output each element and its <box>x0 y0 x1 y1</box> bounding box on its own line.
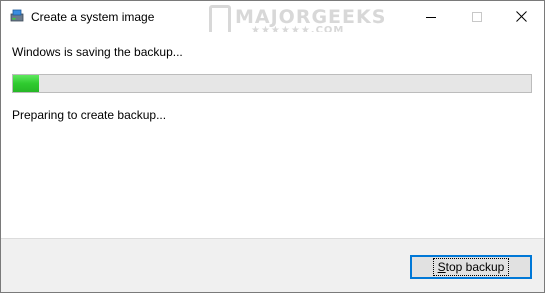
close-icon <box>515 11 527 22</box>
stop-backup-label: Stop backup <box>432 258 510 276</box>
status-detail: Preparing to create backup... <box>12 108 167 122</box>
progress-bar <box>12 74 532 93</box>
backup-drive-icon <box>10 9 24 23</box>
maximize-button[interactable] <box>454 1 500 32</box>
maximize-icon <box>472 11 482 22</box>
progress-fill <box>13 75 39 92</box>
minimize-icon <box>426 16 436 18</box>
dialog-window: Create a system image MAJORGEEKS ★★★★★★.… <box>0 0 545 293</box>
title-bar[interactable]: Create a system image MAJORGEEKS ★★★★★★.… <box>1 1 544 36</box>
stop-backup-button[interactable]: Stop backup <box>410 255 532 279</box>
dialog-content: Windows is saving the backup... Preparin… <box>1 32 544 238</box>
close-button[interactable] <box>498 1 544 32</box>
dialog-footer: Stop backup <box>1 238 544 292</box>
status-message: Windows is saving the backup... <box>12 45 183 59</box>
stop-backup-label-rest: top backup <box>445 260 505 274</box>
minimize-button[interactable] <box>408 1 454 32</box>
stop-backup-accel: S <box>437 260 446 274</box>
window-title: Create a system image <box>31 10 155 24</box>
watermark-logo-icon <box>209 5 231 35</box>
